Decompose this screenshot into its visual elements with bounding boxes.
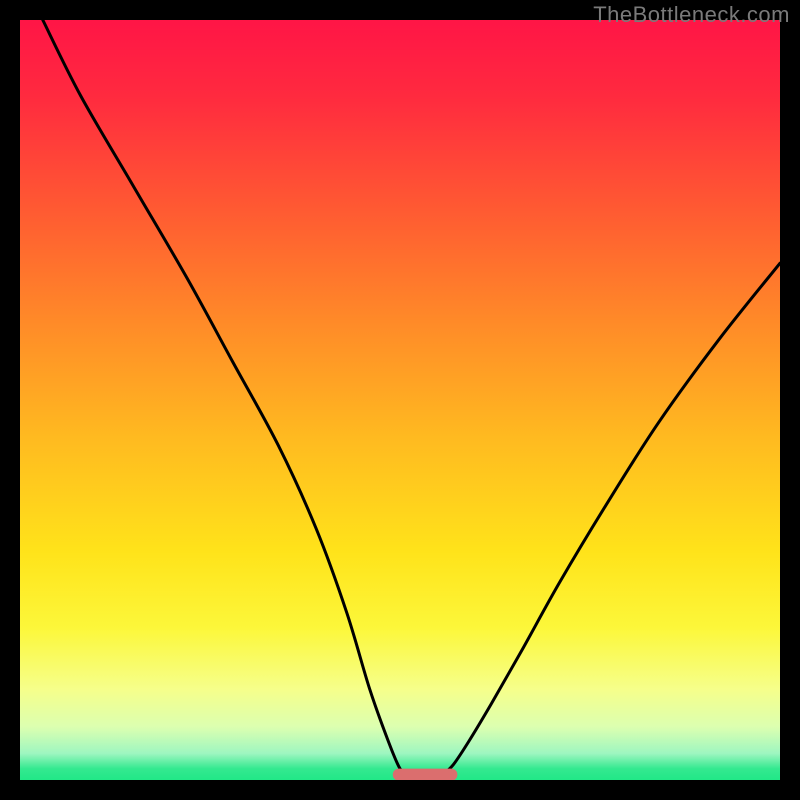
chart-frame: TheBottleneck.com bbox=[0, 0, 800, 800]
optimum-marker bbox=[393, 769, 458, 780]
bottleneck-curve-chart bbox=[20, 20, 780, 780]
plot-area bbox=[20, 20, 780, 780]
watermark-text: TheBottleneck.com bbox=[593, 2, 790, 28]
heat-gradient-background bbox=[20, 20, 780, 780]
